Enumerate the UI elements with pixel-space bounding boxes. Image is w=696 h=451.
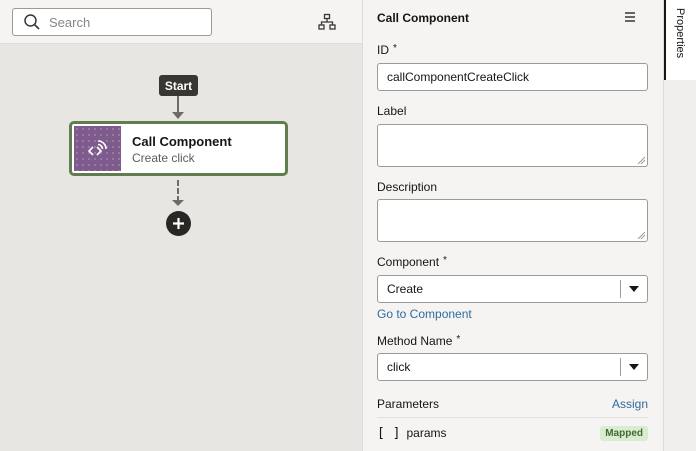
description-label: Description: [377, 180, 438, 194]
parameters-label: Parameters: [377, 397, 440, 411]
dashed-connector-arrow: [172, 200, 184, 206]
diagram-canvas[interactable]: Search Start Call Component Create click: [0, 0, 362, 451]
component-label: Component *: [377, 255, 447, 269]
resize-grip-icon[interactable]: [637, 231, 645, 239]
tab-properties-label: Properties: [674, 8, 686, 59]
resize-grip-icon[interactable]: [637, 156, 645, 164]
mapped-badge: Mapped: [600, 425, 648, 441]
call-component-node[interactable]: Call Component Create click: [69, 121, 288, 176]
plus-icon: [173, 218, 184, 229]
required-marker: *: [443, 255, 447, 266]
node-title: Call Component: [132, 134, 232, 149]
menu-icon[interactable]: [623, 10, 637, 24]
id-label: ID *: [377, 43, 397, 57]
search-icon: [24, 14, 40, 30]
search-input[interactable]: Search: [12, 8, 212, 36]
array-icon: [ ]: [377, 425, 401, 441]
divider: [377, 417, 648, 418]
properties-panel: Call Component ID * callComponentCreateCl…: [362, 0, 663, 451]
component-select[interactable]: Create: [377, 275, 648, 303]
dropdown-caret-icon[interactable]: [621, 286, 647, 292]
node-subtitle: Create click: [132, 151, 195, 165]
parameter-row[interactable]: [ ] params Mapped: [377, 424, 648, 442]
call-component-icon: [74, 126, 121, 171]
dashed-connector: [177, 180, 179, 202]
required-marker: *: [393, 43, 397, 54]
method-value: click: [387, 360, 411, 374]
search-placeholder: Search: [49, 14, 91, 30]
method-name-select[interactable]: click: [377, 353, 648, 381]
label-field[interactable]: [377, 124, 648, 167]
parameter-name: params: [406, 426, 447, 440]
assign-link[interactable]: Assign: [612, 397, 648, 411]
description-field[interactable]: [377, 199, 648, 242]
tab-properties[interactable]: Properties: [664, 0, 696, 80]
parameters-header: Parameters Assign: [377, 397, 648, 411]
id-field[interactable]: callComponentCreateClick: [377, 63, 648, 91]
side-tab-strip: Properties: [663, 0, 696, 451]
dropdown-caret-icon[interactable]: [621, 364, 647, 370]
component-value: Create: [387, 282, 424, 296]
hierarchy-icon[interactable]: [318, 13, 336, 31]
label-label: Label: [377, 104, 407, 118]
panel-title: Call Component: [377, 11, 469, 25]
add-action-button[interactable]: [166, 211, 191, 236]
go-to-component-link[interactable]: Go to Component: [377, 307, 472, 321]
id-value: callComponentCreateClick: [387, 70, 530, 84]
method-name-label: Method Name *: [377, 334, 461, 348]
canvas-toolbar: Search: [0, 0, 362, 44]
start-node[interactable]: Start: [159, 75, 198, 96]
flow-connector-arrow: [172, 112, 184, 119]
required-marker: *: [456, 334, 461, 345]
